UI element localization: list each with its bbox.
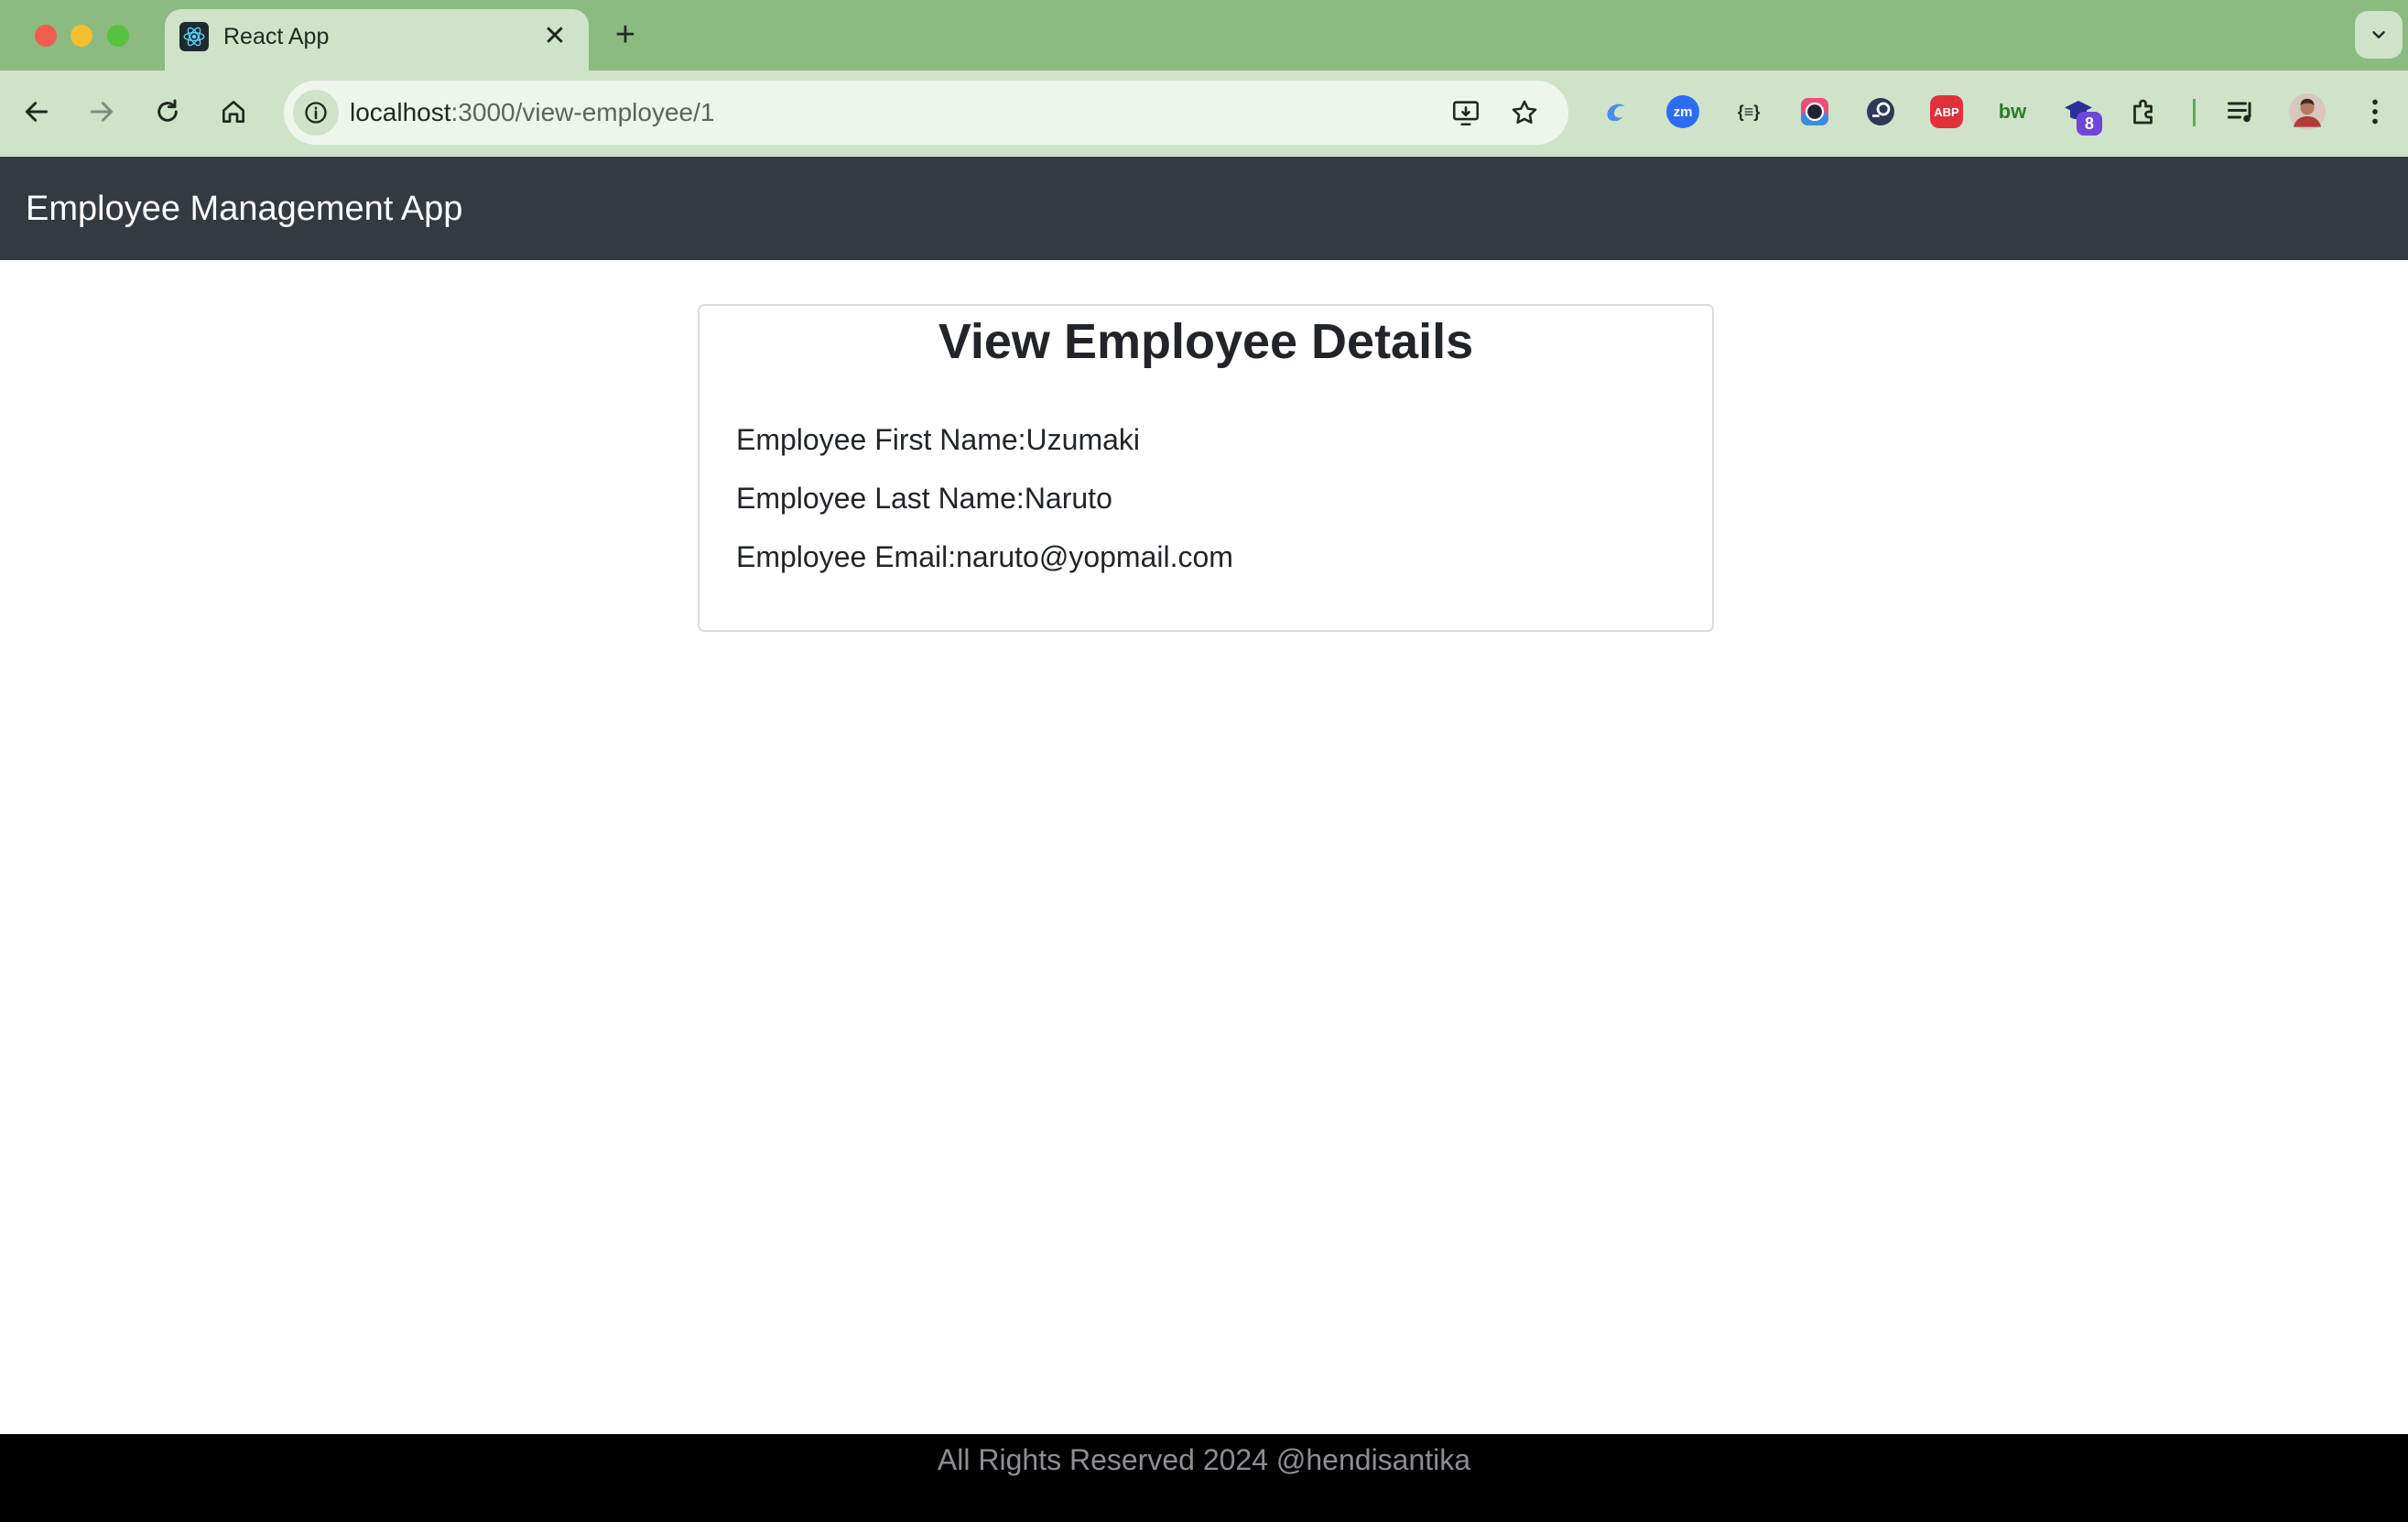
email-value: naruto@yopmail.com: [956, 540, 1233, 573]
react-icon: [179, 22, 209, 51]
media-controls-icon[interactable]: [2221, 92, 2262, 132]
maximize-window-button[interactable]: [107, 25, 129, 47]
browser-toolbar: localhost:3000/view-employee/1 zm {≡} AB…: [0, 71, 2408, 156]
page-title: View Employee Details: [938, 314, 1474, 369]
navbar-brand[interactable]: Employee Management App: [26, 188, 462, 230]
profile-avatar[interactable]: [2287, 92, 2327, 132]
chevron-down-icon: [2372, 31, 2385, 38]
browser-menu-icon[interactable]: [2355, 92, 2395, 132]
seo-extension-icon[interactable]: [1860, 92, 1901, 132]
site-info-button[interactable]: [293, 90, 339, 136]
email-label: Employee Email:: [736, 540, 957, 573]
first-name-row: Employee First Name:Uzumaki: [736, 421, 1140, 458]
extensions-puzzle-icon[interactable]: [2124, 92, 2164, 132]
swirl-extension-icon[interactable]: [1597, 92, 1637, 132]
grad-cap-extension-icon[interactable]: 8: [2058, 92, 2102, 136]
footer-text: All Rights Reserved 2024 @hendisantika: [937, 1443, 1471, 1476]
close-window-button[interactable]: [35, 25, 57, 47]
home-button[interactable]: [212, 91, 255, 133]
url-path: :3000/view-employee/1: [450, 98, 715, 126]
install-app-icon[interactable]: [1447, 93, 1485, 132]
first-name-label: Employee First Name:: [736, 423, 1026, 456]
email-row: Employee Email:naruto@yopmail.com: [736, 538, 1233, 575]
extension-badge: 8: [2077, 112, 2102, 136]
adblock-extension-icon[interactable]: ABP: [1926, 92, 1967, 132]
employee-details-card: View Employee Details Employee First Nam…: [698, 304, 1714, 632]
json-extension-icon[interactable]: {≡}: [1729, 92, 1769, 132]
bw-extension-icon[interactable]: bw: [1992, 92, 2033, 132]
last-name-label: Employee Last Name:: [736, 482, 1025, 515]
info-icon: [305, 102, 327, 124]
url-host: localhost: [350, 98, 451, 126]
last-name-row: Employee Last Name:Naruto: [736, 480, 1112, 516]
forward-button[interactable]: [81, 91, 123, 133]
browser-tab-strip: React App ✕ +: [0, 0, 2408, 71]
color-picker-extension-icon[interactable]: [1795, 92, 1835, 132]
tab-search-button[interactable]: [2355, 11, 2403, 59]
toolbar-divider: [2193, 99, 2196, 126]
reload-button[interactable]: [146, 91, 189, 133]
bookmark-star-icon[interactable]: [1505, 93, 1544, 132]
zoom-extension-icon[interactable]: zm: [1663, 92, 1703, 132]
close-tab-icon[interactable]: ✕: [538, 20, 571, 53]
browser-tab[interactable]: React App ✕: [165, 9, 589, 71]
last-name-value: Naruto: [1024, 482, 1112, 515]
arrow-left-icon: [25, 102, 49, 122]
first-name-value: Uzumaki: [1025, 423, 1140, 456]
url-text: localhost:3000/view-employee/1: [350, 98, 714, 127]
reload-icon: [157, 99, 178, 122]
home-icon: [222, 101, 244, 123]
app-navbar: Employee Management App: [0, 157, 2408, 260]
arrow-right-icon: [90, 102, 114, 122]
address-bar[interactable]: localhost:3000/view-employee/1: [284, 81, 1568, 145]
new-tab-icon[interactable]: +: [607, 16, 644, 53]
page-footer: All Rights Reserved 2024 @hendisantika: [0, 1434, 2408, 1522]
back-button[interactable]: [16, 91, 58, 133]
tab-title: React App: [223, 24, 330, 49]
minimize-window-button[interactable]: [71, 25, 92, 47]
